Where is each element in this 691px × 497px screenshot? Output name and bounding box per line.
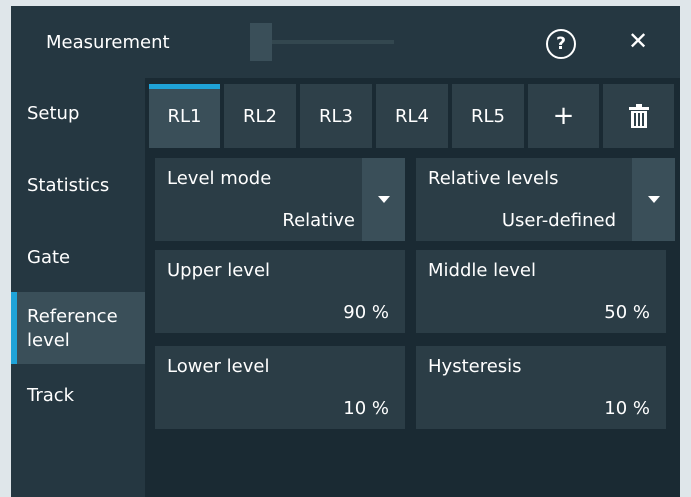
tab-label: RL2 <box>243 105 277 127</box>
close-icon[interactable]: ✕ <box>623 26 653 56</box>
upper-level-label: Upper level <box>167 260 271 281</box>
sidebar-item-reference-level[interactable]: Reference level <box>11 292 145 364</box>
level-mode-dropdown-button[interactable] <box>362 158 405 241</box>
sidebar-item-label: Setup <box>27 103 80 124</box>
lower-level-field[interactable]: Lower level 10 % <box>155 346 405 429</box>
relative-levels-dropdown-button[interactable] <box>632 158 675 241</box>
tab-label: RL1 <box>167 105 202 127</box>
relative-levels-value: User-defined <box>501 210 616 231</box>
hysteresis-value: 10 % <box>604 398 650 419</box>
sidebar: Setup Statistics Gate Reference level Tr… <box>11 78 145 497</box>
level-mode-value: Relative <box>282 210 355 231</box>
level-mode-label: Level mode <box>167 168 272 189</box>
chevron-down-icon <box>377 196 390 203</box>
help-icon[interactable]: ? <box>546 29 576 59</box>
trash-icon <box>628 104 649 128</box>
sidebar-item-label: Track <box>27 385 75 406</box>
lower-level-label: Lower level <box>167 356 270 377</box>
sidebar-item-label: Gate <box>27 247 71 268</box>
sidebar-item-label-line1: Reference <box>27 306 118 327</box>
middle-level-label: Middle level <box>428 260 536 281</box>
upper-level-field[interactable]: Upper level 90 % <box>155 250 405 333</box>
measurement-dialog: Measurement ? ✕ Setup Statistics Gate Re… <box>11 6 680 497</box>
sidebar-item-track[interactable]: Track <box>11 368 145 438</box>
tab-label: RL3 <box>319 105 353 127</box>
upper-level-value: 90 % <box>343 302 389 323</box>
active-tab-indicator <box>149 84 220 89</box>
relative-levels-field[interactable]: Relative levels User-defined <box>416 158 632 241</box>
hysteresis-field[interactable]: Hysteresis 10 % <box>416 346 666 429</box>
chevron-down-icon <box>647 196 660 203</box>
middle-level-value: 50 % <box>604 302 650 323</box>
delete-tab-button[interactable] <box>603 84 674 148</box>
tab-rl1[interactable]: RL1 <box>149 84 220 148</box>
tab-label: RL4 <box>395 105 429 127</box>
add-tab-button[interactable]: + <box>528 84 599 148</box>
middle-level-field[interactable]: Middle level 50 % <box>416 250 666 333</box>
sidebar-item-statistics[interactable]: Statistics <box>11 150 145 220</box>
lower-level-value: 10 % <box>343 398 389 419</box>
title-bar[interactable]: Measurement ? ✕ <box>11 6 680 78</box>
plus-icon: + <box>552 101 575 131</box>
relative-levels-label: Relative levels <box>428 168 559 189</box>
level-mode-field[interactable]: Level mode Relative <box>155 158 371 241</box>
tab-rl4[interactable]: RL4 <box>376 84 448 148</box>
tab-rl2[interactable]: RL2 <box>224 84 296 148</box>
sidebar-item-setup[interactable]: Setup <box>11 78 145 148</box>
drag-track <box>270 40 394 44</box>
sidebar-item-label: Statistics <box>27 175 110 196</box>
sidebar-item-label-line2: level <box>27 330 70 351</box>
transparency-slider-handle[interactable] <box>250 23 272 61</box>
hysteresis-label: Hysteresis <box>428 356 522 377</box>
tab-rl3[interactable]: RL3 <box>300 84 372 148</box>
tab-rl5[interactable]: RL5 <box>452 84 524 148</box>
dialog-title: Measurement <box>46 32 170 53</box>
sidebar-item-gate[interactable]: Gate <box>11 222 145 292</box>
tab-label: RL5 <box>471 105 505 127</box>
active-indicator <box>11 292 17 364</box>
main-panel: RL1 RL2 RL3 RL4 RL5 + Level mode Relativ… <box>145 78 680 497</box>
